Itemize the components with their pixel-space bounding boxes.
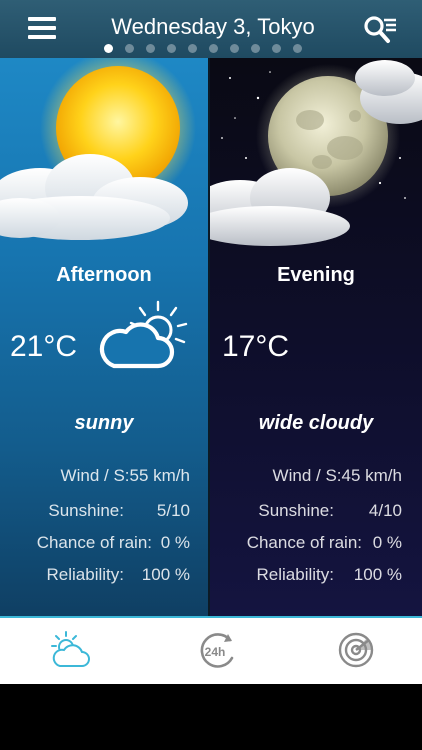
24h-icon: 24h (200, 633, 234, 668)
rain-label: Chance of rain: (36, 533, 152, 552)
hamburger-icon (28, 17, 56, 21)
tab-bar: 24h (0, 616, 422, 684)
reliability-value: 100 % (141, 565, 190, 584)
svg-text:24h: 24h (205, 645, 226, 659)
hamburger-line (28, 26, 56, 30)
page-dot[interactable] (209, 44, 218, 53)
moon-cloud-icon (210, 60, 422, 246)
temperature: 21°C (10, 330, 78, 363)
page-dot[interactable] (230, 44, 239, 53)
temperature: 17°C (222, 330, 290, 363)
search-list-button[interactable] (362, 14, 400, 46)
page-dot[interactable] (125, 44, 134, 53)
reliability-label: Reliability: (46, 565, 124, 584)
period-label: Afternoon (56, 264, 152, 286)
page-title: Wednesday 3, Tokyo (111, 14, 315, 39)
bottom-area (0, 684, 422, 750)
rain-label: Chance of rain: (246, 533, 362, 552)
page-dot[interactable] (293, 44, 302, 53)
tab-24h[interactable]: 24h (194, 628, 240, 674)
afternoon-panel: Afternoon 21°C sunny Wind / S:55 km/h Su… (0, 58, 208, 616)
page-dot[interactable] (272, 44, 281, 53)
page-dot[interactable] (146, 44, 155, 53)
page-dot[interactable] (104, 44, 113, 53)
search-list-icon (364, 16, 396, 43)
page-dot[interactable] (188, 44, 197, 53)
page-dot[interactable] (167, 44, 176, 53)
weather-icon (51, 631, 90, 667)
wind-label: Wind / S: (60, 466, 130, 485)
wind-value: 55 km/h (129, 466, 190, 485)
sunshine-value: 4/10 (368, 501, 402, 520)
condition-description: sunny (74, 412, 134, 434)
sun-cloud-icon (0, 58, 196, 240)
page-dot[interactable] (251, 44, 260, 53)
tab-weather[interactable] (48, 628, 94, 674)
wind-label: Wind / S: (272, 466, 342, 485)
evening-panel: Evening 17°C wide cloudy Wind / S:45 km/… (210, 58, 422, 616)
sunshine-value: 5/10 (156, 501, 190, 520)
reliability-value: 100 % (353, 565, 402, 584)
menu-button[interactable] (28, 17, 58, 41)
reliability-label: Reliability: (256, 565, 334, 584)
partly-cloudy-icon (99, 300, 188, 369)
hamburger-line (28, 35, 56, 39)
sunshine-label: Sunshine: (258, 501, 334, 520)
tab-radar[interactable] (334, 628, 380, 674)
rain-value: 0 % (160, 533, 190, 552)
rain-value: 0 % (372, 533, 402, 552)
condition-description: wide cloudy (258, 412, 374, 434)
radar-icon (338, 632, 374, 668)
sunshine-label: Sunshine: (48, 501, 124, 520)
wind-value: 45 km/h (341, 466, 402, 485)
period-label: Evening (277, 264, 355, 286)
header-bar: Wednesday 3, Tokyo (0, 0, 422, 58)
